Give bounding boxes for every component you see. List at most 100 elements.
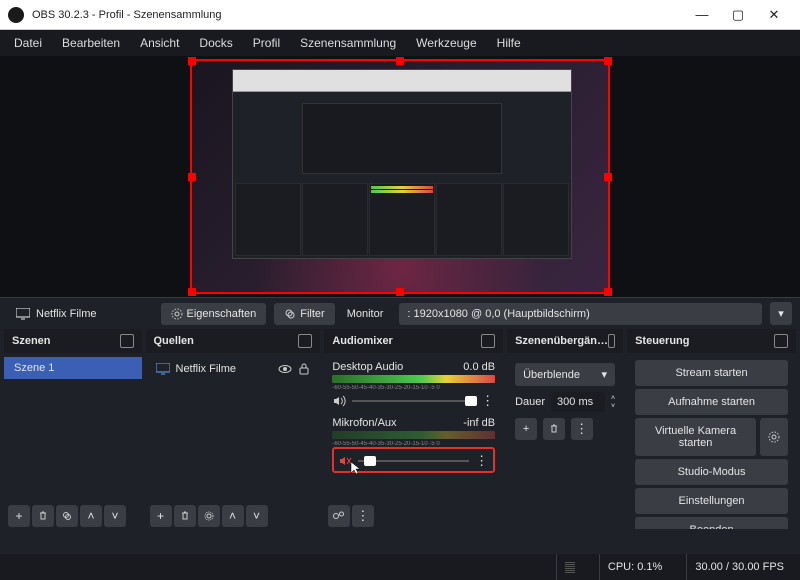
popout-icon[interactable] xyxy=(481,334,495,348)
db-scale: -60-55-50-45-40-35-30-25-20-15-10 -5 0 xyxy=(332,385,495,391)
source-down-button[interactable]: ˅ xyxy=(246,505,268,527)
menu-view[interactable]: Ansicht xyxy=(130,32,189,54)
track-menu-button[interactable]: ⋮ xyxy=(481,393,495,409)
resize-handle[interactable] xyxy=(396,288,404,296)
duration-input[interactable]: 300 ms xyxy=(551,392,605,412)
transitions-title: Szenenübergän… xyxy=(515,335,608,347)
mixer-settings-button[interactable] xyxy=(328,505,350,527)
monitor-dropdown-chevron[interactable]: ▾ xyxy=(770,302,792,325)
speaker-icon[interactable] xyxy=(332,394,346,408)
controls-panel: Steuerung Stream starten Aufnahme starte… xyxy=(627,329,796,529)
fps-usage: 30.00 / 30.00 FPS xyxy=(695,561,784,573)
monitor-label: Monitor xyxy=(343,308,388,320)
track-menu-button[interactable]: ⋮ xyxy=(475,453,489,469)
popout-icon[interactable] xyxy=(298,334,312,348)
source-up-button[interactable]: ˄ xyxy=(222,505,244,527)
filter-button[interactable]: Filter xyxy=(274,303,334,325)
resize-handle[interactable] xyxy=(188,57,196,65)
settings-button[interactable]: Einstellungen xyxy=(635,488,788,514)
app-logo xyxy=(8,7,24,23)
network-indicator xyxy=(556,554,583,580)
window-titlebar: OBS 30.2.3 - Profil - Szenensammlung — ▢… xyxy=(0,0,800,30)
volume-slider[interactable] xyxy=(358,460,469,462)
duration-spinner[interactable]: ˄˅ xyxy=(611,395,615,410)
transition-menu-button[interactable]: ⋮ xyxy=(571,418,593,440)
trash-icon xyxy=(180,511,190,521)
resize-handle[interactable] xyxy=(188,173,196,181)
status-bar: CPU: 0.1% 30.00 / 30.00 FPS xyxy=(0,554,800,580)
close-button[interactable]: ✕ xyxy=(756,1,792,29)
resize-handle[interactable] xyxy=(604,57,612,65)
vcam-settings-button[interactable] xyxy=(760,418,788,456)
menu-file[interactable]: Datei xyxy=(4,32,52,54)
resize-handle[interactable] xyxy=(604,288,612,296)
maximize-button[interactable]: ▢ xyxy=(720,1,756,29)
start-record-button[interactable]: Aufnahme starten xyxy=(635,389,788,415)
mixer-track-mic: Mikrofon/Aux-inf dB -60-55-50-45-40-35-3… xyxy=(324,413,503,477)
sources-panel: Quellen Netflix Filme + ˄ ˅ xyxy=(146,329,321,529)
mixer-title: Audiomixer xyxy=(332,335,393,347)
source-item[interactable]: Netflix Filme xyxy=(146,357,321,381)
audio-meter xyxy=(332,375,495,383)
virtual-camera-button[interactable]: Virtuelle Kamera starten xyxy=(635,418,756,456)
studio-mode-button[interactable]: Studio-Modus xyxy=(635,459,788,485)
track-name: Mikrofon/Aux xyxy=(332,417,396,429)
source-properties-button[interactable] xyxy=(198,505,220,527)
selected-source-bounds[interactable] xyxy=(190,59,610,294)
sources-title: Quellen xyxy=(154,335,194,347)
chevron-down-icon: ▾ xyxy=(602,368,608,381)
scene-up-button[interactable]: ˄ xyxy=(80,505,102,527)
exit-button[interactable]: Beenden xyxy=(635,517,788,529)
monitor-select[interactable]: : 1920x1080 @ 0,0 (Hauptbildschirm) xyxy=(399,303,762,325)
mixer-track-desktop: Desktop Audio 0.0 dB -60-55-50-45-40-35-3… xyxy=(324,357,503,413)
scene-down-button[interactable]: ˅ xyxy=(104,505,126,527)
scenes-title: Szenen xyxy=(12,335,51,347)
gears-icon xyxy=(333,511,345,521)
properties-button[interactable]: Eigenschaften xyxy=(161,303,267,325)
annotation-highlight: ⋮ xyxy=(332,447,495,473)
remove-scene-button[interactable] xyxy=(32,505,54,527)
add-source-button[interactable]: + xyxy=(150,505,172,527)
minimize-button[interactable]: — xyxy=(684,1,720,29)
gear-icon xyxy=(171,308,183,320)
popout-icon[interactable] xyxy=(774,334,788,348)
cursor-icon xyxy=(350,461,362,475)
scene-item[interactable]: Szene 1 xyxy=(4,357,142,379)
start-stream-button[interactable]: Stream starten xyxy=(635,360,788,386)
resize-handle[interactable] xyxy=(604,173,612,181)
menu-edit[interactable]: Bearbeiten xyxy=(52,32,130,54)
transition-select[interactable]: Überblende▾ xyxy=(515,363,615,386)
remove-transition-button[interactable] xyxy=(543,418,565,440)
mixer-menu-button[interactable]: ⋮ xyxy=(352,505,374,527)
visibility-icon[interactable] xyxy=(278,362,292,376)
popout-icon[interactable] xyxy=(120,334,134,348)
resize-handle[interactable] xyxy=(188,288,196,296)
filter-icon xyxy=(62,511,72,521)
gear-icon xyxy=(204,511,214,521)
lock-icon[interactable] xyxy=(298,363,310,375)
menu-profile[interactable]: Profil xyxy=(243,32,290,54)
monitor-icon xyxy=(156,363,170,375)
popout-icon[interactable] xyxy=(608,334,615,348)
menu-docks[interactable]: Docks xyxy=(189,32,242,54)
main-menubar: Datei Bearbeiten Ansicht Docks Profil Sz… xyxy=(0,30,800,56)
menu-scene-collection[interactable]: Szenensammlung xyxy=(290,32,406,54)
window-title: OBS 30.2.3 - Profil - Szenensammlung xyxy=(32,9,684,21)
menu-help[interactable]: Hilfe xyxy=(487,32,531,54)
resize-handle[interactable] xyxy=(396,57,404,65)
track-name: Desktop Audio xyxy=(332,361,403,373)
scenes-panel: Szenen Szene 1 + ˄ ˅ xyxy=(4,329,142,529)
filter-icon xyxy=(284,308,296,320)
add-transition-button[interactable]: + xyxy=(515,418,537,440)
cpu-usage: CPU: 0.1% xyxy=(608,561,662,573)
transitions-panel: Szenenübergän… Überblende▾ Dauer 300 ms … xyxy=(507,329,623,529)
add-scene-button[interactable]: + xyxy=(8,505,30,527)
menu-tools[interactable]: Werkzeuge xyxy=(406,32,486,54)
scene-filters-button[interactable] xyxy=(56,505,78,527)
gear-icon xyxy=(768,431,780,443)
track-db: 0.0 dB xyxy=(463,361,495,373)
remove-source-button[interactable] xyxy=(174,505,196,527)
controls-title: Steuerung xyxy=(635,335,689,347)
preview-area[interactable] xyxy=(0,56,800,297)
volume-slider[interactable] xyxy=(352,400,475,402)
